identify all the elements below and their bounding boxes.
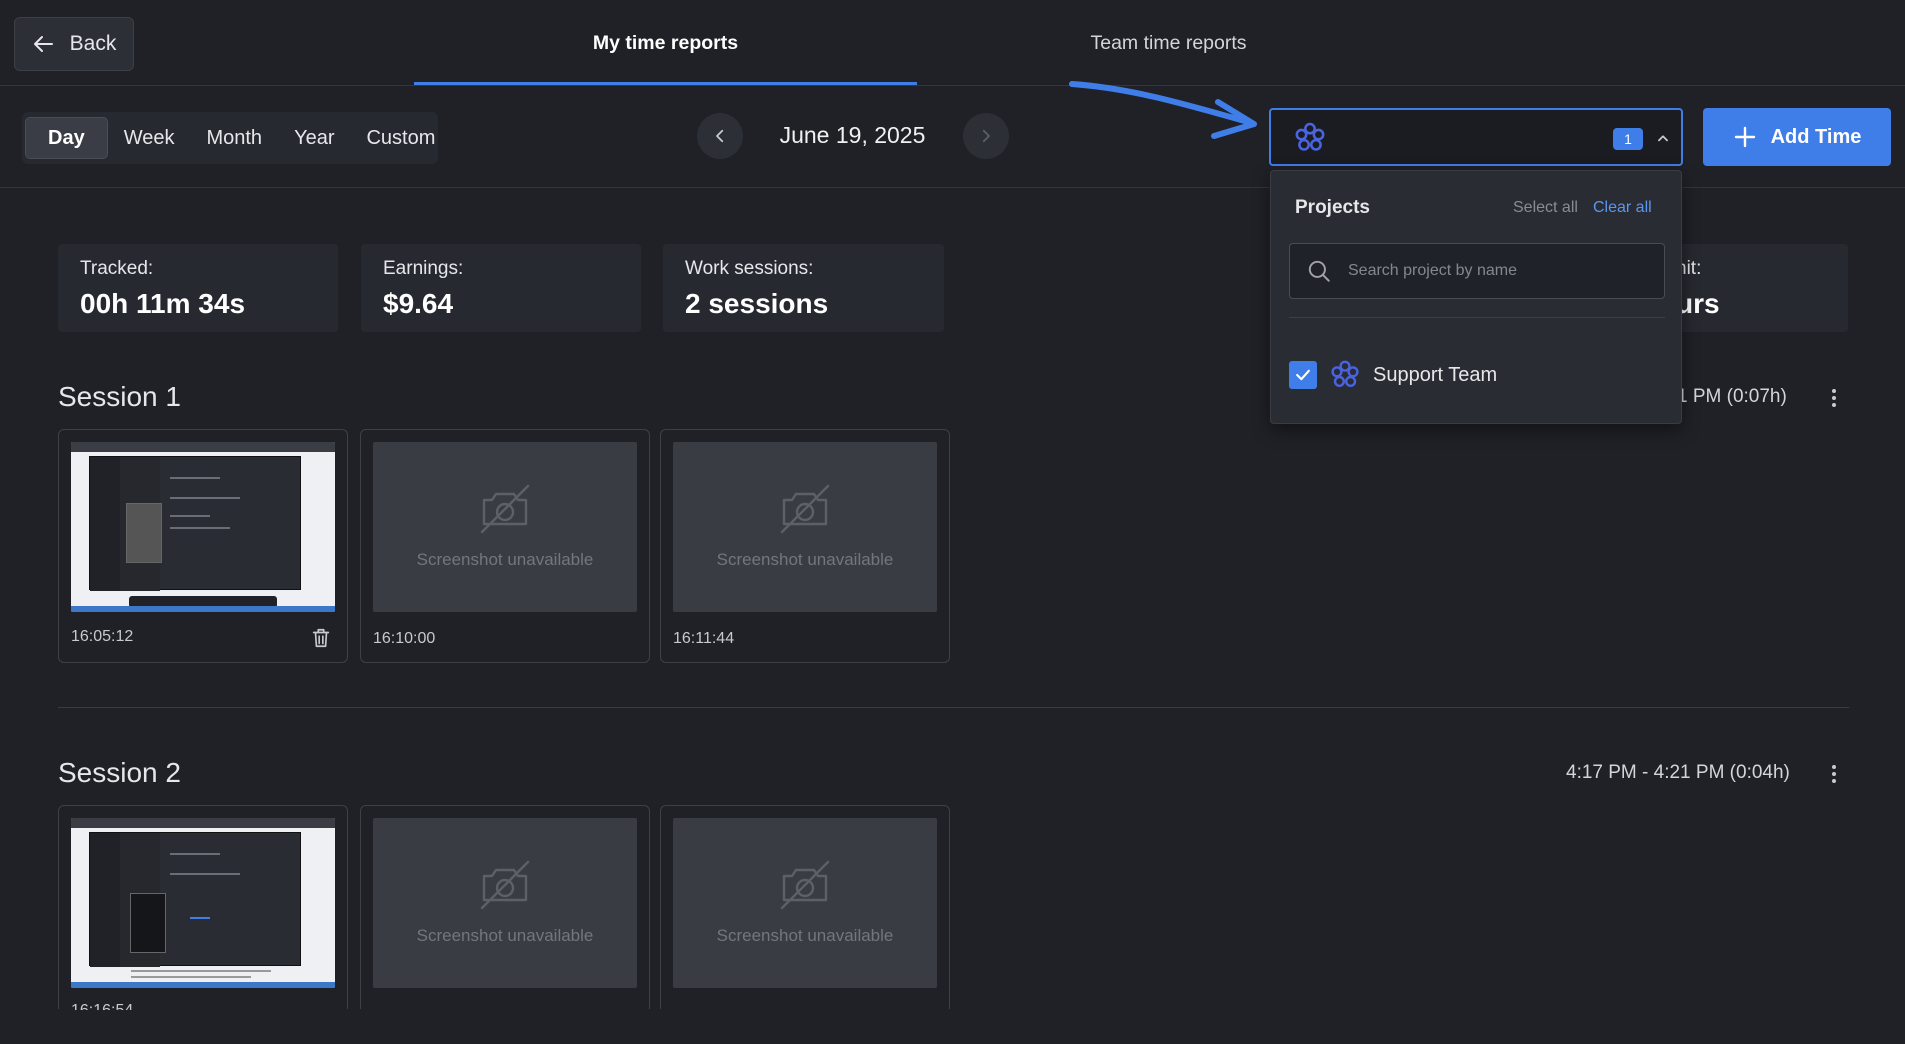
screenshot-placeholder: Screenshot unavailable [373, 442, 637, 612]
back-button[interactable]: Back [14, 17, 134, 71]
selected-count-badge: 1 [1613, 128, 1643, 150]
search-icon [1308, 260, 1330, 282]
project-filter-select[interactable]: 1 [1269, 108, 1683, 166]
screenshot-unavailable-text: Screenshot unavailable [716, 926, 894, 945]
stat-earnings: Earnings: $9.64 [361, 244, 641, 332]
trash-icon[interactable] [310, 626, 332, 650]
session-title: Session 1 [58, 381, 181, 412]
project-option-label: Support Team [1373, 363, 1498, 386]
period-month[interactable]: Month [190, 117, 278, 159]
screenshot-unavailable-text: Screenshot unavailable [416, 550, 594, 569]
project-logo-icon [1295, 122, 1325, 151]
select-all-link[interactable]: Select all [1513, 199, 1578, 217]
session-menu-icon[interactable] [1829, 386, 1839, 410]
screenshot-card[interactable]: Screenshot unavailable 16:11:44 [660, 429, 950, 663]
stat-label: Earnings: [383, 258, 464, 279]
screenshot-placeholder: Screenshot unavailable [673, 442, 937, 612]
dropdown-divider [1289, 317, 1665, 318]
previous-date-button[interactable] [697, 113, 743, 159]
camera-off-icon [480, 860, 530, 910]
chevron-right-icon [982, 129, 990, 143]
arrow-left-icon [33, 36, 53, 52]
stat-label: Tracked: [80, 258, 154, 279]
plus-icon [1734, 126, 1755, 148]
camera-off-icon [780, 484, 830, 534]
screenshot-time: 16:10:00 [373, 630, 436, 647]
active-tab-indicator [414, 82, 917, 85]
project-option-support-team[interactable]: Support Team [1289, 357, 1665, 393]
tab-label: Team time reports [1090, 31, 1247, 54]
current-date: June 19, 2025 [779, 122, 926, 148]
screenshot-placeholder: Screenshot unavailable [673, 818, 937, 988]
session-title: Session 2 [58, 757, 181, 788]
dropdown-title: Projects [1295, 197, 1370, 218]
chevron-up-icon [1658, 135, 1668, 142]
annotation-arrow-icon [1069, 81, 1257, 139]
screenshot-time: 16:05:12 [71, 628, 134, 645]
screenshot-unavailable-text: Screenshot unavailable [416, 926, 594, 945]
stat-work-sessions: Work sessions: 2 sessions [663, 244, 944, 332]
next-date-button[interactable] [963, 113, 1009, 159]
period-year[interactable]: Year [278, 117, 350, 159]
screenshot-card[interactable]: Screenshot unavailable [360, 805, 650, 1009]
camera-off-icon [780, 860, 830, 910]
add-time-label: Add Time [1770, 125, 1862, 148]
period-selector: Day Week Month Year Custom [22, 112, 438, 164]
session-time-range: 4:17 PM - 4:21 PM (0:04h) [1566, 762, 1790, 783]
screenshot-thumbnail[interactable] [71, 818, 335, 988]
tab-team-time-reports[interactable]: Team time reports [917, 0, 1420, 86]
clear-all-link[interactable]: Clear all [1593, 199, 1652, 217]
project-logo-icon [1331, 360, 1359, 387]
session-time-range: 1 PM (0:07h) [1677, 386, 1787, 407]
screenshot-thumbnail[interactable] [71, 442, 335, 612]
add-time-button[interactable]: Add Time [1703, 108, 1891, 166]
screenshot-time: 16:16:54 [71, 1002, 133, 1010]
stat-value: 00h 11m 34s [80, 288, 246, 319]
project-search [1289, 243, 1665, 299]
screenshot-unavailable-text: Screenshot unavailable [716, 550, 894, 569]
stat-value: urs [1676, 288, 1720, 319]
period-day[interactable]: Day [25, 117, 108, 159]
session-divider [58, 707, 1849, 708]
screenshot-card[interactable]: 16:16:54 [58, 805, 348, 1010]
back-label: Back [69, 32, 117, 55]
screenshot-placeholder: Screenshot unavailable [373, 818, 637, 988]
top-bar: Back My time reports Team time reports [0, 0, 1905, 86]
screenshot-time: 16:11:44 [673, 630, 735, 647]
chevron-left-icon [716, 129, 724, 143]
stat-label: nit: [1676, 258, 1702, 279]
stat-label: Work sessions: [685, 258, 814, 279]
screenshot-card[interactable]: Screenshot unavailable [660, 805, 950, 1009]
screenshot-card[interactable]: Screenshot unavailable 16:10:00 [360, 429, 650, 663]
stat-value: $9.64 [383, 288, 454, 319]
stat-tracked: Tracked: 00h 11m 34s [58, 244, 338, 332]
tab-label: My time reports [592, 31, 739, 54]
period-week[interactable]: Week [108, 117, 191, 159]
project-checkbox[interactable] [1289, 361, 1317, 389]
camera-off-icon [480, 484, 530, 534]
stat-value: 2 sessions [685, 288, 829, 319]
checkmark-icon [1296, 369, 1310, 381]
project-search-input[interactable] [1348, 244, 1648, 298]
period-custom[interactable]: Custom [350, 117, 451, 159]
screenshot-card[interactable]: 16:05:12 [58, 429, 348, 663]
tab-my-time-reports[interactable]: My time reports [414, 0, 917, 86]
projects-dropdown: Projects Select all Clear all Support Te… [1270, 170, 1682, 424]
session-menu-icon[interactable] [1829, 762, 1839, 786]
